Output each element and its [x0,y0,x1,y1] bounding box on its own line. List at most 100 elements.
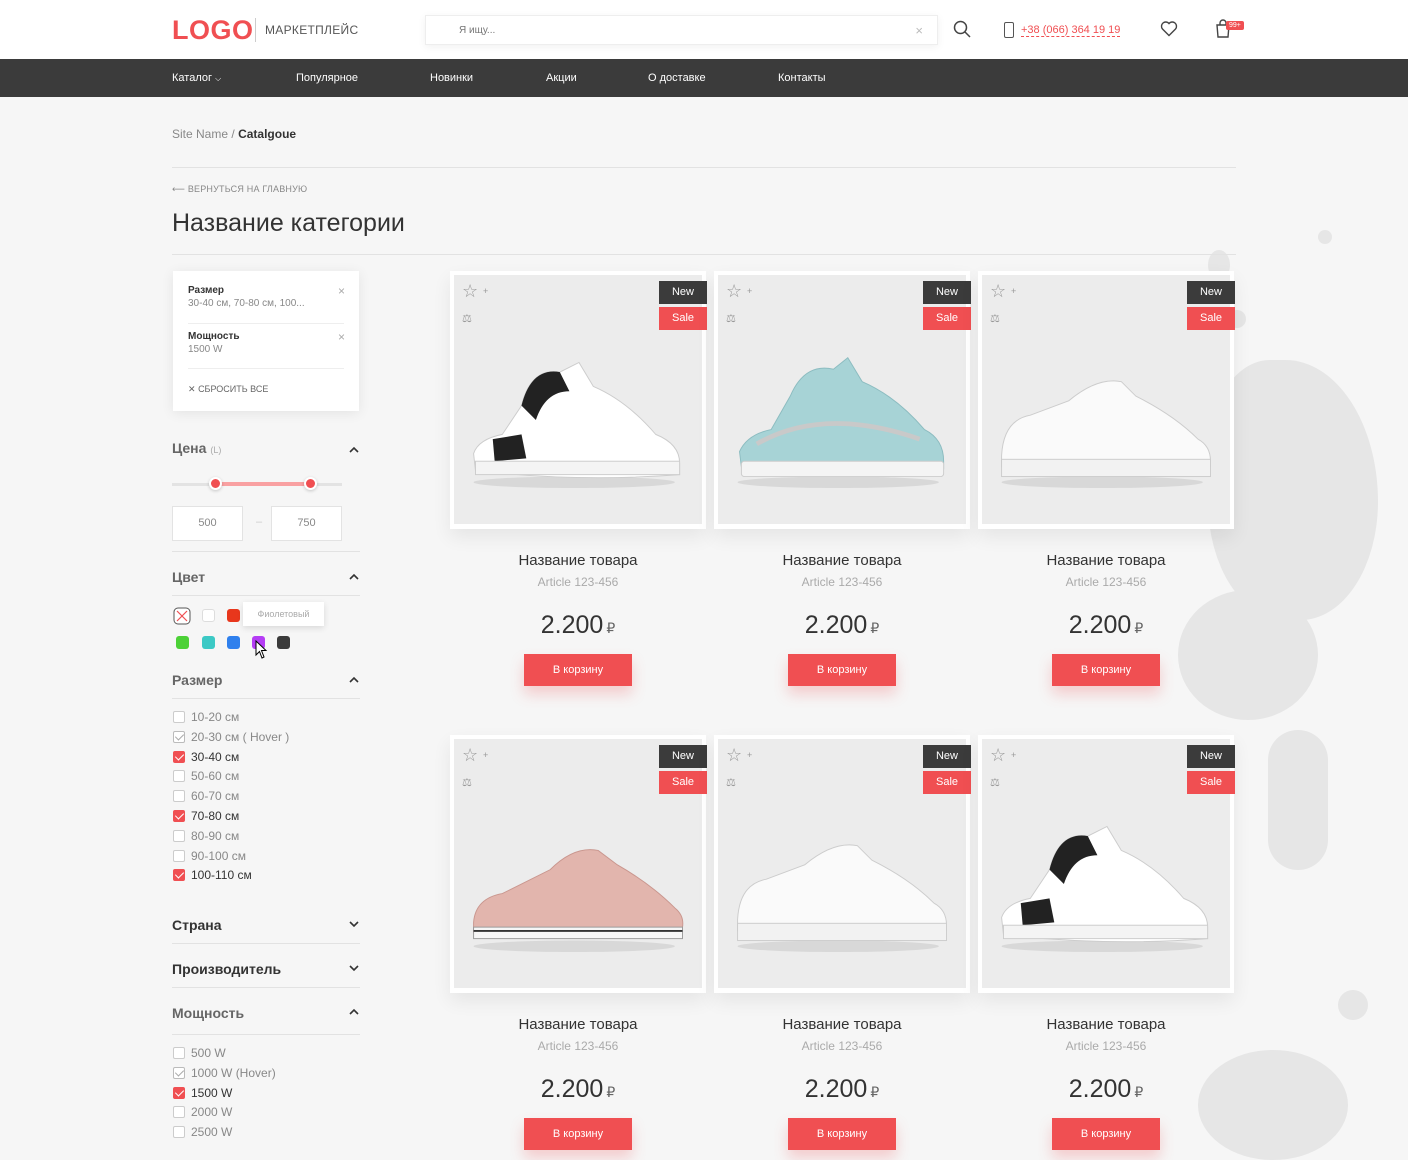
favorite-star-icon[interactable]: ☆ [990,746,1006,764]
checkbox[interactable] [173,849,185,862]
checkbox-option[interactable]: 70-80 см [173,808,239,824]
add-to-cart-button[interactable]: В корзину [1052,654,1160,686]
remove-filter-icon[interactable]: × [338,284,345,298]
arrow-left-icon: ⟵ [172,184,186,194]
heart-icon[interactable] [1160,20,1178,37]
reset-filters-button[interactable]: ✕ СБРОСИТЬ ВСЕ [188,384,268,395]
product-name[interactable]: Название товара [714,552,970,569]
active-filter-value: 1500 W [188,344,223,355]
color-swatch-white[interactable] [202,609,215,622]
checkbox-option[interactable]: 80-90 см [173,828,239,844]
price-min-input[interactable]: 500 [172,506,243,541]
product-card[interactable]: ☆ + ⚖ New Sale [450,735,707,993]
price-slider-min-handle[interactable] [209,477,222,490]
checkbox-option[interactable]: 1000 W (Hover) [173,1065,276,1081]
checkbox[interactable] [173,711,185,723]
checkbox[interactable] [173,770,185,783]
checkbox[interactable] [173,750,185,763]
search-input[interactable] [426,16,886,44]
product-name[interactable]: Название товара [450,552,706,569]
add-to-cart-button[interactable]: В корзину [524,1118,632,1150]
checkbox[interactable] [173,1066,185,1079]
product-card[interactable]: ☆ + ⚖ New Sale [714,735,971,993]
color-swatch-black[interactable] [277,636,290,649]
filter-color-header[interactable]: Цвет [172,569,205,585]
logo[interactable]: LOGO [172,15,254,46]
checkbox-option[interactable]: 500 W [173,1045,226,1061]
checkbox[interactable] [173,869,185,882]
checkbox-option[interactable]: 100-110 см [173,867,252,883]
compare-icon[interactable]: ⚖ [726,312,736,325]
compare-icon[interactable]: ⚖ [462,776,472,789]
nav-sales[interactable]: Акции [546,72,577,84]
add-to-cart-button[interactable]: В корзину [788,654,896,686]
favorite-star-icon[interactable]: ☆ [990,282,1006,300]
product-card[interactable]: ☆ + ⚖ New Sale [978,271,1235,529]
color-swatch-red[interactable] [227,609,240,622]
checkbox[interactable] [173,790,185,803]
add-to-cart-button[interactable]: В корзину [1052,1118,1160,1150]
breadcrumb-site[interactable]: Site Name [172,127,228,141]
filter-power-header[interactable]: Мощность [172,1005,244,1021]
compare-icon[interactable]: ⚖ [726,776,736,789]
remove-filter-icon[interactable]: × [338,330,345,344]
filter-manufacturer-header[interactable]: Производитель [172,961,281,977]
checkbox-option[interactable]: 2500 W [173,1124,232,1140]
product-name[interactable]: Название товара [978,1016,1234,1033]
chevron-up-icon[interactable] [348,573,360,581]
nav-delivery[interactable]: О доставке [648,72,706,84]
chevron-down-icon[interactable] [348,920,360,928]
product-name[interactable]: Название товара [978,552,1234,569]
add-to-cart-button[interactable]: В корзину [788,1118,896,1150]
price-max-input[interactable]: 750 [271,506,342,541]
favorite-star-icon[interactable]: ☆ [726,746,742,764]
checkbox[interactable] [173,810,185,822]
compare-icon[interactable]: ⚖ [462,312,472,325]
checkbox-option[interactable]: 2000 W [173,1104,232,1120]
price-slider-max-handle[interactable] [304,477,317,490]
checkbox-option[interactable]: 20-30 см ( Hover ) [173,729,289,745]
back-link[interactable]: ⟵ ВЕРНУТЬСЯ НА ГЛАВНУЮ [172,184,307,195]
compare-icon[interactable]: ⚖ [990,312,1000,325]
chevron-up-icon[interactable] [348,1008,360,1016]
checkbox[interactable] [173,1106,185,1119]
phone-link[interactable]: +38 (066) 364 19 19 [1021,24,1121,37]
checkbox-option[interactable]: 30-40 см [173,749,239,765]
checkbox[interactable] [173,1047,185,1059]
product-name[interactable]: Название товара [450,1016,706,1033]
product-name[interactable]: Название товара [714,1016,970,1033]
product-card[interactable]: ☆ + ⚖ New Sale [714,271,971,529]
color-swatch-green[interactable] [176,636,189,649]
chevron-down-icon[interactable] [348,964,360,972]
checkbox-option[interactable]: 90-100 см [173,848,246,864]
compare-icon[interactable]: ⚖ [990,776,1000,789]
nav-popular[interactable]: Популярное [296,72,358,84]
checkbox-option[interactable]: 10-20 см [173,709,239,725]
checkbox[interactable] [173,829,185,842]
checkbox[interactable] [173,1086,185,1099]
nav-catalog[interactable]: Каталог ⌵ [172,72,221,84]
chevron-up-icon[interactable] [348,676,360,684]
checkbox[interactable] [173,730,185,743]
checkbox-option[interactable]: 1500 W [173,1085,232,1101]
add-to-cart-button[interactable]: В корзину [524,654,632,686]
nav-contacts[interactable]: Контакты [778,72,826,84]
favorite-star-icon[interactable]: ☆ [462,282,478,300]
product-card[interactable]: ☆ + ⚖ New Sale [450,271,707,529]
chevron-up-icon[interactable] [348,446,360,454]
filter-size-header[interactable]: Размер [172,672,222,688]
checkbox-option[interactable]: 50-60 см [173,768,239,784]
color-swatch-teal[interactable] [202,636,215,649]
clear-icon[interactable]: × [915,23,923,38]
nav-new[interactable]: Новинки [430,72,473,84]
color-swatch-blue[interactable] [227,636,240,649]
filter-price-header[interactable]: Цена (L) [172,440,221,456]
search-icon[interactable] [953,20,971,38]
filter-country-header[interactable]: Страна [172,917,222,933]
no-color-swatch[interactable] [173,607,191,625]
checkbox[interactable] [173,1126,185,1139]
favorite-star-icon[interactable]: ☆ [726,282,742,300]
favorite-star-icon[interactable]: ☆ [462,746,478,764]
checkbox-option[interactable]: 60-70 см [173,788,239,804]
product-card[interactable]: ☆ + ⚖ New Sale [978,735,1235,993]
